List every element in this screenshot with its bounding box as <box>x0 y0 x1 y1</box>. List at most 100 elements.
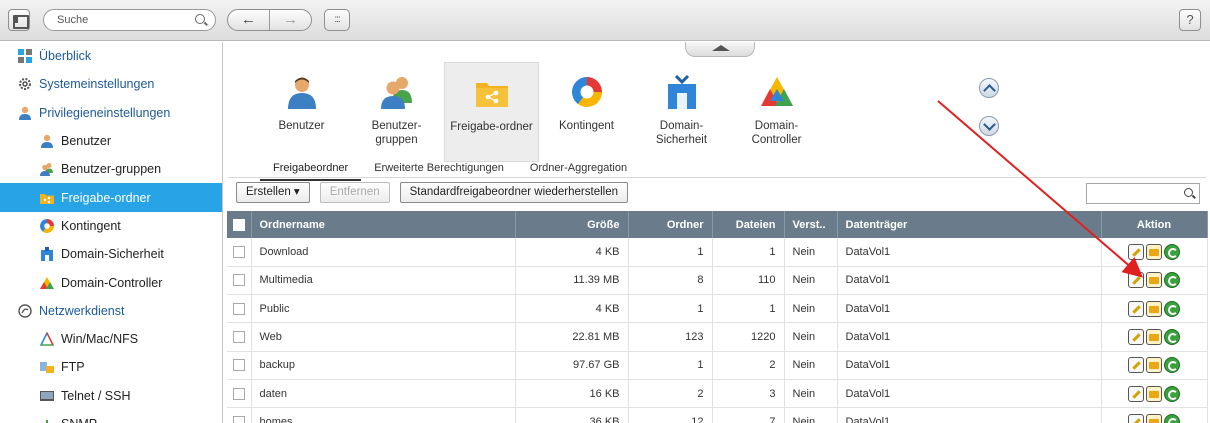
row-checkbox[interactable] <box>232 359 245 372</box>
create-button[interactable]: Erstellen ▾ <box>236 182 310 203</box>
cell-size: 36 KB <box>515 407 629 423</box>
table-row[interactable]: Web 22.81 MB 123 1220 Nein DataVol1 <box>227 322 1208 352</box>
help-button[interactable]: ? <box>1179 9 1201 31</box>
forward-button[interactable]: → <box>269 10 311 30</box>
folder-permission-icon[interactable] <box>1146 300 1162 317</box>
edit-icon[interactable] <box>1128 272 1144 289</box>
table-search-input[interactable] <box>1086 183 1200 204</box>
table-row[interactable]: Multimedia 11.39 MB 8 110 Nein DataVol1 <box>227 266 1208 296</box>
restore-defaults-button[interactable]: Standardfreigabeordner wiederherstellen <box>399 182 629 203</box>
sidebar-item-snmp[interactable]: SNMP <box>0 410 222 423</box>
folder-permission-icon[interactable] <box>1146 385 1162 402</box>
col-header-name[interactable]: Ordnername <box>251 211 516 238</box>
row-checkbox[interactable] <box>232 415 245 423</box>
col-header-hidden[interactable]: Verst.. <box>784 211 838 238</box>
edit-icon[interactable] <box>1128 329 1144 346</box>
row-checkbox[interactable] <box>232 274 245 287</box>
sidebar-item-domain-controller[interactable]: Domain-Controller <box>0 268 222 296</box>
app-tile-3[interactable]: Kontingent <box>539 62 634 162</box>
edit-icon[interactable] <box>1128 385 1144 402</box>
sidebar-item-domain-sicherheit[interactable]: Domain-Sicherheit <box>0 240 222 268</box>
sidebar-item-systemeinstellungen[interactable]: Systemeinstellungen <box>0 70 222 98</box>
app-tile-0[interactable]: Benutzer <box>254 62 349 162</box>
cell-name: Public <box>251 294 516 324</box>
cell-size: 22.81 MB <box>515 322 629 352</box>
folder-permission-icon[interactable] <box>1146 243 1162 260</box>
sidebar-item-benutzer[interactable]: Benutzer <box>0 127 222 155</box>
quota-icon <box>40 218 54 233</box>
sidebar-item-label: Domain-Controller <box>61 275 163 290</box>
apps-grid-button[interactable]: ::: <box>324 9 350 31</box>
quota-icon <box>570 75 604 109</box>
refresh-icon[interactable] <box>1164 329 1180 346</box>
sidebar-item-überblick[interactable]: Überblick <box>0 42 222 70</box>
sidebar-item-benutzer-gruppen[interactable]: Benutzer-gruppen <box>0 155 222 183</box>
sidebar-item-netzwerkdienst[interactable]: Netzwerkdienst <box>0 297 222 325</box>
col-header-size[interactable]: Größe <box>515 211 629 238</box>
collapse-toggle[interactable] <box>685 42 755 57</box>
sidebar-item-freigabe-ordner[interactable]: Freigabe-ordner <box>0 183 222 212</box>
col-header-folders[interactable]: Ordner <box>628 211 713 238</box>
sidebar-item-telnet-ssh[interactable]: Telnet / SSH <box>0 382 222 410</box>
row-select-cell <box>227 322 252 352</box>
table-row[interactable]: homes 36 KB 12 7 Nein DataVol1 <box>227 407 1208 423</box>
sidebar-item-label: Systemeinstellungen <box>39 77 155 92</box>
cell-files: 1220 <box>712 322 785 352</box>
table-row[interactable]: Download 4 KB 1 1 Nein DataVol1 <box>227 238 1208 267</box>
search-icon[interactable] <box>195 14 205 24</box>
refresh-icon[interactable] <box>1164 357 1180 374</box>
select-all-checkbox[interactable] <box>232 218 245 231</box>
app-tile-5[interactable]: Domain- Controller <box>729 62 824 162</box>
col-header-files[interactable]: Dateien <box>712 211 785 238</box>
cell-size: 4 KB <box>515 238 629 267</box>
col-header-volume[interactable]: Datenträger <box>837 211 1102 238</box>
edit-icon[interactable] <box>1128 243 1144 260</box>
refresh-icon[interactable] <box>1164 413 1180 423</box>
sidebar-item-label: Freigabe-ordner <box>61 190 151 205</box>
table-row[interactable]: backup 97.67 GB 1 2 Nein DataVol1 <box>227 351 1208 380</box>
row-checkbox[interactable] <box>232 302 245 315</box>
shared-folders-table: Ordnername Größe Ordner Dateien Verst.. … <box>227 211 1208 423</box>
scroll-up-button[interactable] <box>979 78 999 98</box>
search-box[interactable] <box>43 9 216 31</box>
col-header-action: Aktion <box>1101 211 1208 238</box>
refresh-icon[interactable] <box>1164 272 1180 289</box>
folder-permission-icon[interactable] <box>1146 329 1162 346</box>
folder-permission-icon[interactable] <box>1146 272 1162 289</box>
table-row[interactable]: Public 4 KB 1 1 Nein DataVol1 <box>227 294 1208 324</box>
cell-hidden: Nein <box>784 379 838 409</box>
refresh-icon[interactable] <box>1164 385 1180 402</box>
remove-button[interactable]: Entfernen <box>319 182 390 203</box>
cell-actions <box>1101 322 1208 352</box>
cell-hidden: Nein <box>784 238 838 267</box>
sidebar-item-ftp[interactable]: FTP <box>0 353 222 381</box>
network-icon <box>18 304 32 318</box>
win-mac-nfs-icon <box>39 331 55 346</box>
app-tile-2[interactable]: Freigabe-ordner <box>444 62 539 162</box>
table-row[interactable]: daten 16 KB 2 3 Nein DataVol1 <box>227 379 1208 409</box>
sidebar-item-privilegieneinstellungen[interactable]: Privilegieneinstellungen <box>0 99 222 127</box>
search-icon[interactable] <box>1184 188 1193 197</box>
app-tile-1[interactable]: Benutzer- gruppen <box>349 62 444 162</box>
folder-permission-icon[interactable] <box>1146 357 1162 374</box>
row-checkbox[interactable] <box>232 245 245 258</box>
back-button[interactable]: ← <box>228 10 269 30</box>
search-input[interactable] <box>57 11 197 29</box>
edit-icon[interactable] <box>1128 300 1144 317</box>
row-checkbox[interactable] <box>232 387 245 400</box>
scroll-down-button[interactable] <box>979 116 999 136</box>
row-checkbox[interactable] <box>232 331 245 344</box>
sidebar-item-kontingent[interactable]: Kontingent <box>0 212 222 240</box>
cell-hidden: Nein <box>784 407 838 423</box>
table-header-row: Ordnername Größe Ordner Dateien Verst.. … <box>227 211 1208 238</box>
refresh-icon[interactable] <box>1164 300 1180 317</box>
edit-icon[interactable] <box>1128 413 1144 423</box>
main-menu-icon[interactable] <box>8 9 30 31</box>
refresh-icon[interactable] <box>1164 243 1180 260</box>
folder-permission-icon[interactable] <box>1146 413 1162 423</box>
sidebar-item-win-mac-nfs[interactable]: Win/Mac/NFS <box>0 325 222 353</box>
edit-icon[interactable] <box>1128 357 1144 374</box>
shared-folder-icon <box>40 191 54 205</box>
app-tile-4[interactable]: Domain- Sicherheit <box>634 62 729 162</box>
nav-buttons: ← → <box>227 9 312 31</box>
